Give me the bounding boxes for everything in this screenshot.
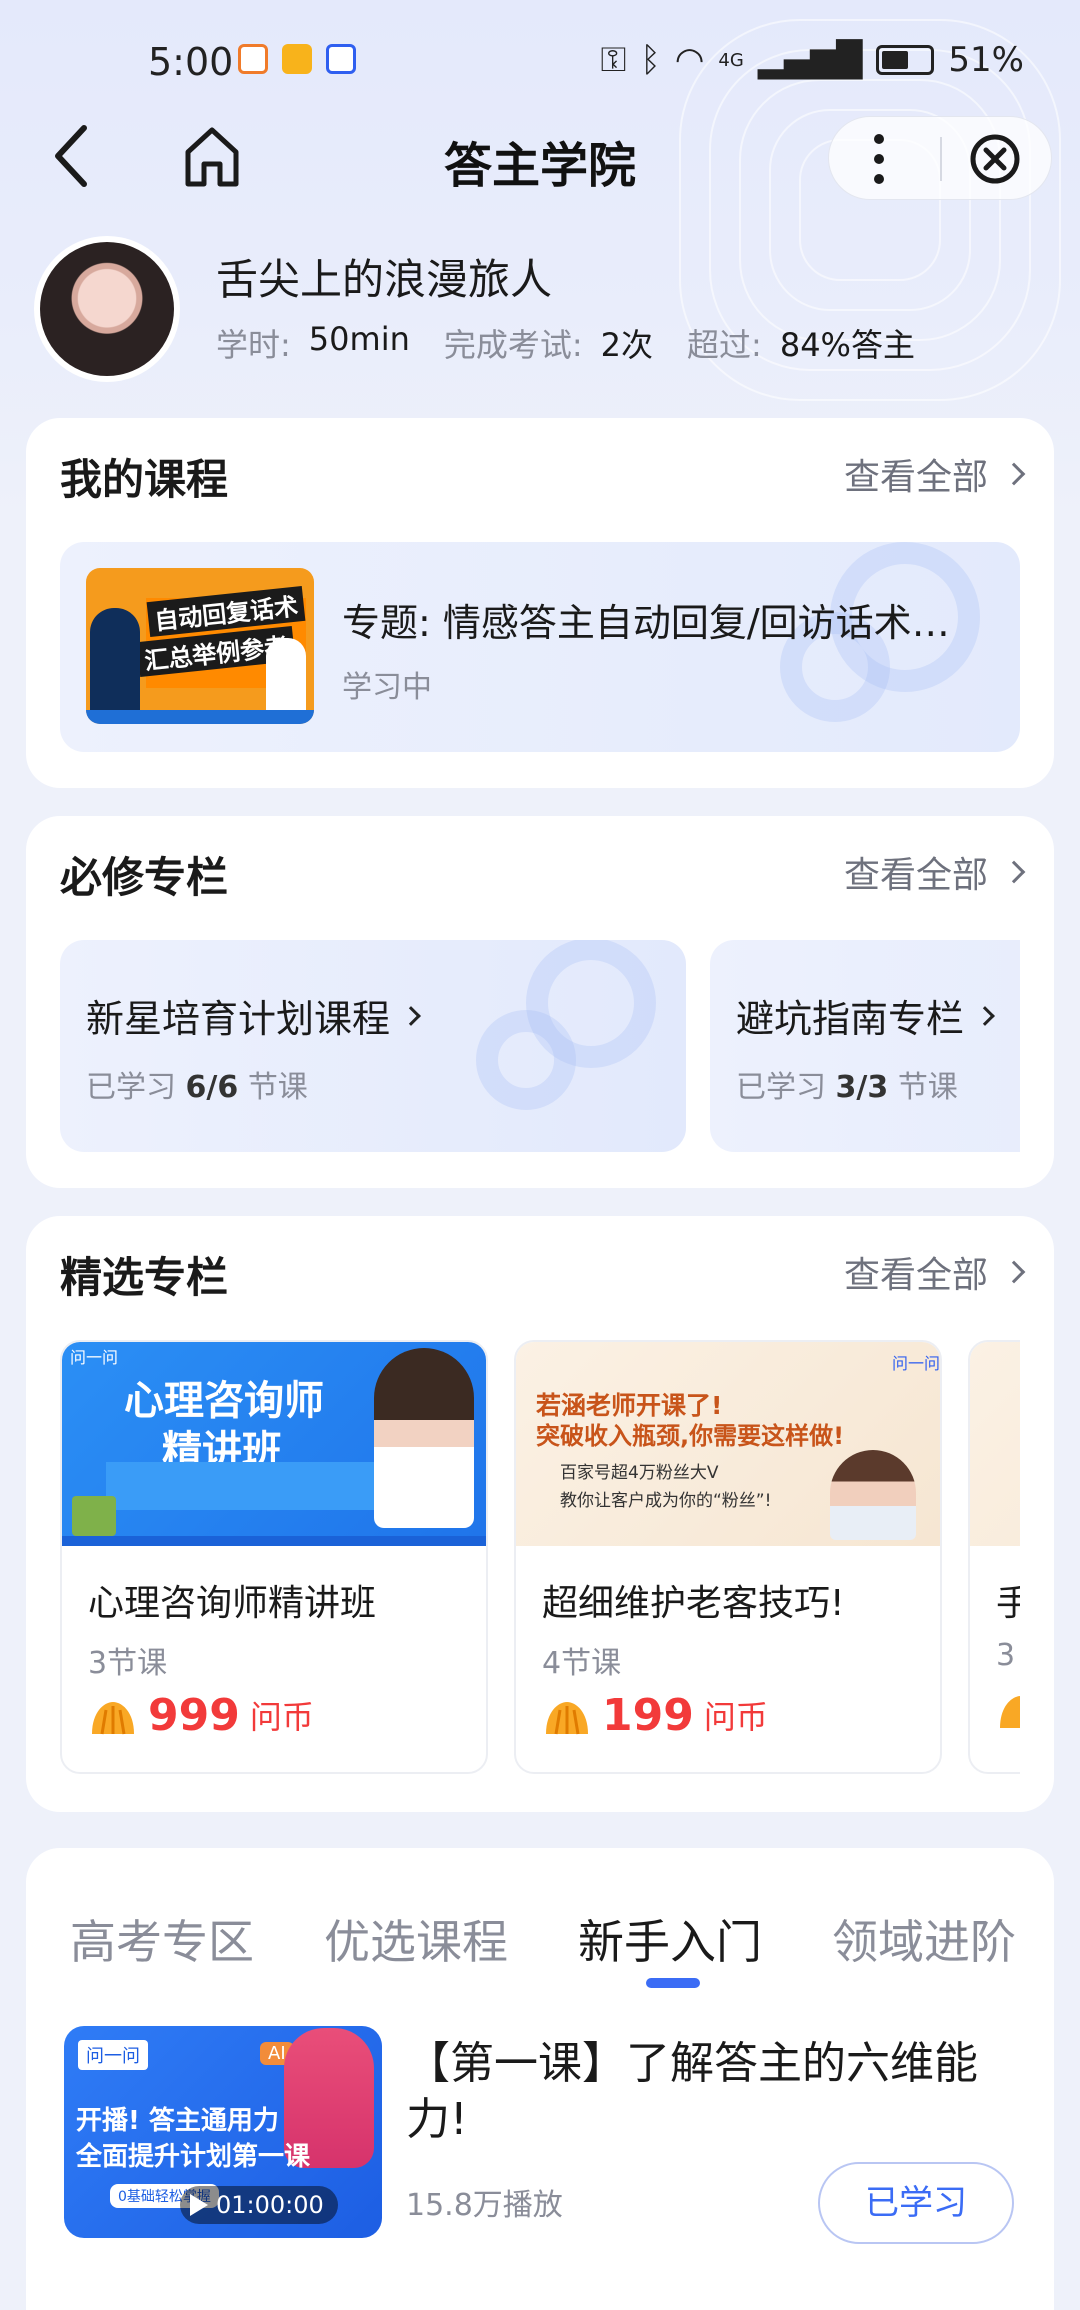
profile-section: 舌尖上的浪漫旅人 学时: 50min 完成考试: 2次 超过: 84%答主 [0, 230, 1080, 390]
more-icon[interactable] [869, 131, 889, 187]
course-item[interactable]: 自动回复话术 汇总举例参考 专题: 情感答主自动回复/回访话术汇总举例参考 学习… [60, 542, 1020, 752]
brand-logo: 问一问 [891, 1354, 940, 1373]
status-icons: ⚿ ᛒ ◠ 4G ▂▄▆█ 51% [600, 40, 1024, 80]
featured-item[interactable]: 问一问 若涵老师开课了! 突破收入瓶颈,你需要这样做! 百家号超4万粉丝大V 教… [514, 1340, 942, 1774]
close-icon[interactable] [969, 133, 1021, 185]
surpass-label: 超过: [687, 326, 762, 364]
study-time-value: 50min [308, 320, 410, 358]
featured-count: 3 [996, 1638, 1016, 1673]
price-value: 999 [148, 1690, 240, 1741]
capsule-divider [940, 137, 942, 181]
lesson-views: 15.8万播放 [406, 2188, 563, 2223]
my-courses-title: 我的课程 [60, 455, 229, 504]
profile-name: 舌尖上的浪漫旅人 [216, 255, 553, 304]
thumb-line1: 开播! 答主通用力 [76, 2106, 279, 2136]
price-unit: 问币 [703, 1698, 768, 1736]
featured-item[interactable]: 问一问 心理咨询师 精讲班 心理咨询师精讲班 3节课 999 问币 [60, 1340, 488, 1774]
surpass-value: 84%答主 [779, 326, 915, 364]
teacher-photo [830, 1450, 916, 1540]
tab-preferred[interactable]: 优选课程 [324, 1906, 508, 1972]
cover-bar [106, 1462, 396, 1510]
mail-notification-icon [282, 44, 312, 74]
featured-count: 4节课 [542, 1646, 622, 1681]
required-columns-card: 必修专栏 查看全部 新星培育计划课程 已学习 6/6 节课 避坑指南专栏 已学习… [26, 816, 1054, 1188]
duration-pill: 01:00:00 [180, 2186, 338, 2224]
course-status: 学习中 [342, 670, 432, 705]
duration: 01:00:00 [216, 2191, 324, 2219]
exams-value: 2次 [600, 326, 654, 364]
course-thumbnail: 自动回复话术 汇总举例参考 [86, 568, 314, 724]
required-item-title: 新星培育计划课程 [86, 997, 391, 1041]
coin-icon [546, 1702, 588, 1735]
chevron-right-icon [975, 1005, 995, 1026]
required-item[interactable]: 避坑指南专栏 已学习 3/3 节课 [710, 940, 1020, 1152]
play-icon [190, 2194, 208, 2216]
coin-icon [92, 1702, 134, 1735]
featured-price: 999 问币 [88, 1692, 314, 1738]
status-time: 5:00 [148, 40, 234, 84]
featured-item[interactable]: 手 3 [968, 1340, 1020, 1774]
avatar[interactable] [34, 236, 180, 382]
nav-bar: 答主学院 [0, 110, 1080, 200]
study-time-label: 学时: [216, 326, 291, 364]
key-icon: ⚿ [600, 40, 627, 80]
featured-count: 3节课 [88, 1646, 168, 1681]
chevron-right-icon [1002, 462, 1026, 486]
lesson-thumbnail[interactable]: 问一问 AI 开播! 答主通用力 全面提升计划第一课 0基础轻松掌握 01:00… [64, 2026, 382, 2238]
network-type: 4G [718, 49, 744, 71]
app-notification-icon [238, 44, 268, 74]
course-title: 专题: 情感答主自动回复/回访话术汇总举例参考 [342, 601, 962, 645]
tab-gaokao[interactable]: 高考专区 [70, 1906, 254, 1972]
cover-line4: 教你让客户成为你的“粉丝”! [560, 1491, 772, 1511]
featured-name: 超细维护老客技巧! [542, 1583, 845, 1624]
featured-name: 心理咨询师精讲班 [88, 1583, 377, 1624]
required-item[interactable]: 新星培育计划课程 已学习 6/6 节课 [60, 940, 686, 1152]
cover-line3: 百家号超4万粉丝大V [560, 1463, 719, 1483]
my-courses-view-all[interactable]: 查看全部 [843, 448, 1026, 500]
view-all-label: 查看全部 [843, 457, 988, 498]
featured-cover: 问一问 若涵老师开课了! 突破收入瓶颈,你需要这样做! 百家号超4万粉丝大V 教… [516, 1342, 940, 1546]
active-tab-indicator [646, 1978, 700, 1988]
books-icon [72, 1496, 116, 1536]
featured-price [996, 1692, 1020, 1732]
signal-icon: ▂▄▆█ [757, 40, 863, 80]
bluetooth-icon: ᛒ [640, 40, 661, 80]
chevron-right-icon [401, 1005, 421, 1026]
tab-bar: 高考专区 优选课程 新手入门 领域进阶 [26, 1888, 1054, 1988]
decorative-ring [476, 1010, 576, 1110]
tab-advanced[interactable]: 领域进阶 [832, 1906, 1016, 1972]
price-value: 199 [602, 1690, 694, 1741]
course-tabs-card: 高考专区 优选课程 新手入门 领域进阶 问一问 AI 开播! 答主通用力 全面提… [26, 1848, 1054, 2310]
exams-label: 完成考试: [443, 326, 583, 364]
mini-program-capsule [828, 116, 1052, 200]
tab-beginner[interactable]: 新手入门 [578, 1906, 762, 1972]
featured-columns-card: 精选专栏 查看全部 问一问 心理咨询师 精讲班 心理咨询师精讲班 3节课 999… [26, 1216, 1054, 1812]
price-unit: 问币 [249, 1698, 314, 1736]
featured-price: 199 问币 [542, 1692, 768, 1738]
profile-stats: 学时: 50min 完成考试: 2次 超过: 84%答主 [216, 320, 949, 366]
wifi-icon: ◠ [674, 40, 705, 80]
coin-icon [1000, 1696, 1020, 1728]
featured-cover: 问一问 心理咨询师 精讲班 [62, 1342, 486, 1546]
baidu-notification-icon [326, 44, 356, 74]
required-item-progress: 已学习 3/3 节课 [736, 1070, 958, 1105]
cover-line2: 突破收入瓶颈,你需要这样做! [536, 1422, 845, 1450]
featured-name: 手 [996, 1574, 1020, 1626]
required-item-title: 避坑指南专栏 [736, 997, 965, 1041]
featured-cover [970, 1342, 1020, 1546]
status-bar: 5:00 ⚿ ᛒ ◠ 4G ▂▄▆█ 51% [0, 0, 1080, 120]
thumb-line2: 全面提升计划第一课 [76, 2142, 311, 2172]
lesson-title[interactable]: 【第一课】了解答主的六维能力! [406, 2036, 1036, 2148]
teacher-photo [374, 1348, 474, 1528]
learned-button[interactable]: 已学习 [818, 2162, 1014, 2244]
required-item-progress: 已学习 6/6 节课 [86, 1070, 308, 1105]
battery-icon [876, 45, 935, 75]
my-courses-card: 我的课程 查看全部 自动回复话术 汇总举例参考 专题: 情感答主自动回复/回访话… [26, 418, 1054, 788]
brand-logo: 问一问 [70, 1348, 119, 1367]
brand-logo: 问一问 [78, 2040, 148, 2070]
battery-percent: 51% [948, 40, 1024, 80]
required-scroller[interactable]: 新星培育计划课程 已学习 6/6 节课 避坑指南专栏 已学习 3/3 节课 [60, 816, 1020, 1188]
featured-scroller[interactable]: 问一问 心理咨询师 精讲班 心理咨询师精讲班 3节课 999 问币 问一问 若涵… [60, 1216, 1020, 1812]
